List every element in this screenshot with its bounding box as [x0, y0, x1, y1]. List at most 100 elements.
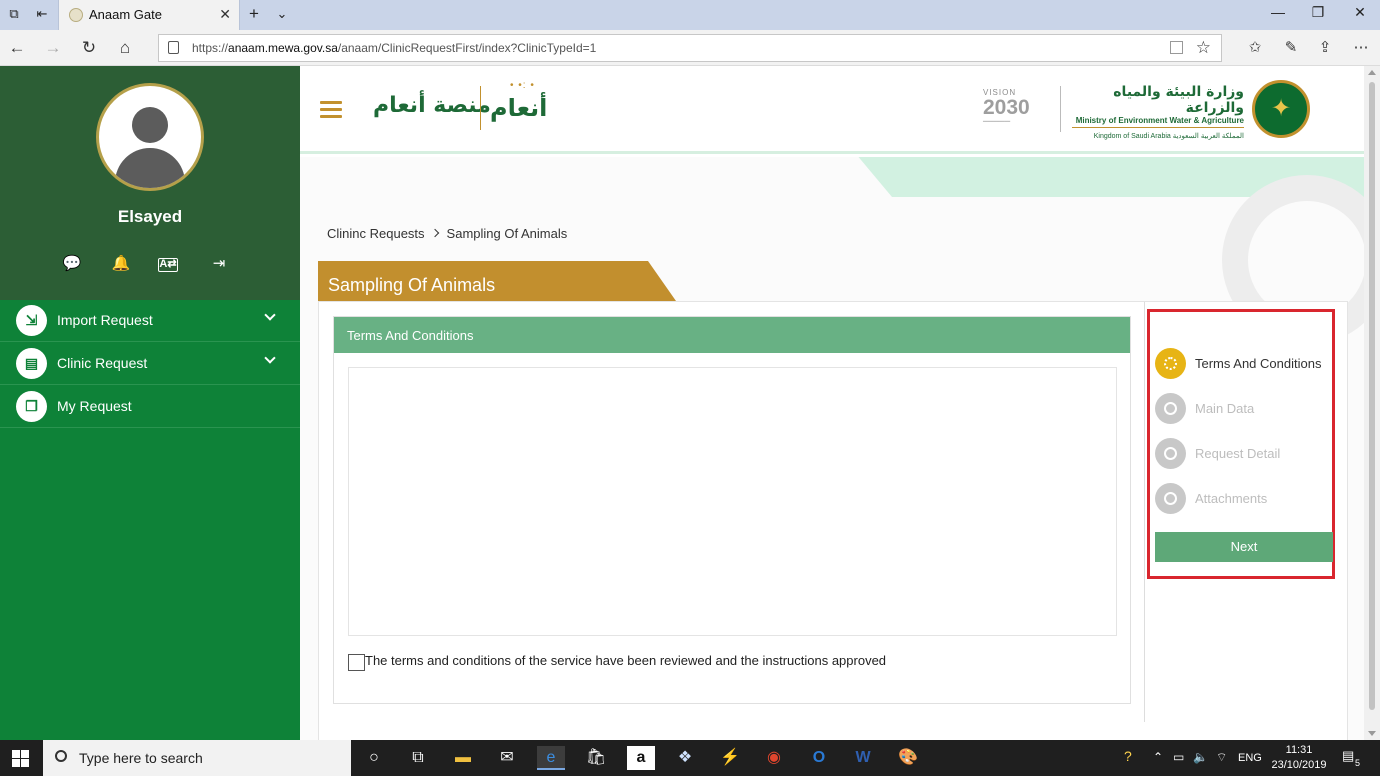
bell-icon[interactable]: 🔔 [109, 254, 133, 272]
chevron-right-icon [430, 228, 439, 238]
share-icon[interactable]: ⇪ [1314, 38, 1336, 56]
word-icon[interactable]: W [849, 746, 877, 770]
taskbar-clock[interactable]: 11:31 23/10/2019 [1266, 743, 1332, 773]
new-tab-icon[interactable]: + [246, 5, 262, 22]
terms-agree-label[interactable]: The terms and conditions of the service … [365, 653, 886, 668]
favorites-icon[interactable]: ✩ [1244, 38, 1266, 56]
scroll-down-icon[interactable] [1368, 731, 1376, 736]
battery-icon[interactable]: ▭ [1173, 750, 1184, 764]
chat-icon[interactable]: 💬 [60, 254, 84, 272]
clinic-doc-icon: ▤ [16, 348, 47, 379]
notification-count: 5 [1355, 758, 1361, 768]
refresh-icon[interactable]: ↻ [78, 38, 100, 58]
logout-icon[interactable]: ⇥ [207, 254, 231, 272]
outlook-icon[interactable]: O [805, 746, 833, 770]
tab-actions-icon[interactable]: ⧉ [6, 6, 22, 22]
minimize-icon[interactable]: — [1268, 4, 1288, 20]
restore-icon[interactable]: ❐ [1308, 4, 1328, 21]
step-label: Request Detail [1195, 446, 1281, 461]
paint-icon[interactable]: 🎨 [894, 746, 922, 770]
cortana-icon[interactable]: ○ [360, 746, 388, 770]
chevron-down-icon [264, 352, 276, 364]
panel-divider [1144, 302, 1145, 722]
scroll-thumb[interactable] [1369, 82, 1375, 710]
chevron-down-icon [264, 309, 276, 321]
more-icon[interactable]: ⋯ [1350, 38, 1372, 56]
tray-chevron-icon[interactable]: ⌃ [1153, 750, 1163, 764]
edge-browser-icon[interactable]: e [537, 746, 565, 770]
url-text: https://anaam.mewa.gov.sa/anaam/ClinicRe… [192, 41, 597, 55]
close-tab-icon[interactable]: ✕ [219, 6, 231, 23]
windows-taskbar: Type here to search ○ ⧉ ▬ ✉ e 🛍 a ❖ ⚡ ◉ … [0, 740, 1380, 776]
ministry-logo-text: وزارة البيئة والمياه والزراعة Ministry o… [1072, 84, 1244, 140]
wizard-steps: Terms And Conditions Main Data Request D… [1147, 309, 1335, 579]
step-request-detail[interactable]: Request Detail [1155, 438, 1333, 472]
page-scrollbar[interactable] [1364, 66, 1380, 740]
sidebar-item-my-request[interactable]: ❐ My Request [0, 386, 300, 428]
forward-icon[interactable]: → [42, 38, 64, 58]
next-button[interactable]: Next [1155, 532, 1333, 562]
amazon-icon[interactable]: a [627, 746, 655, 770]
platform-name: منصة أنعام [373, 93, 491, 118]
header-divider [1060, 86, 1061, 132]
vision-2030-logo: VISION 2030 ━━━━━━━━━ [983, 88, 1030, 125]
taskbar-search-input[interactable]: Type here to search [43, 740, 351, 776]
step-label: Attachments [1195, 491, 1268, 506]
step-terms-and-conditions[interactable]: Terms And Conditions [1155, 348, 1333, 382]
language-icon[interactable]: A⇄ [158, 258, 178, 272]
terms-header-label: Terms And Conditions [347, 328, 474, 343]
help-icon[interactable]: ? [1124, 748, 1132, 764]
sidebar-item-clinic-request[interactable]: ▤ Clinic Request [0, 343, 300, 385]
terms-agree-checkbox[interactable] [348, 654, 365, 671]
hamburger-menu-icon[interactable] [320, 101, 342, 119]
scroll-up-icon[interactable] [1368, 70, 1376, 75]
app-icon[interactable]: ⚡ [716, 746, 744, 770]
username: Elsayed [117, 207, 183, 226]
wifi-icon[interactable]: ⌔ [1216, 750, 1227, 765]
windows-start-icon[interactable] [12, 750, 29, 767]
chrome-icon[interactable]: ◉ [760, 746, 788, 770]
url-field[interactable]: https://anaam.mewa.gov.sa/anaam/ClinicRe… [158, 34, 1222, 62]
sidebar: Elsayed 💬 🔔 A⇄ ⇥ ⇲ Import Request ▤ Clin… [0, 66, 300, 740]
step-active-icon [1155, 348, 1186, 379]
sidebar-item-label: Import Request [57, 312, 153, 328]
breadcrumb-parent-link[interactable]: Clininc Requests [327, 226, 425, 241]
profile-panel: Elsayed 💬 🔔 A⇄ ⇥ [0, 66, 300, 300]
notifications-icon[interactable]: ▤ [1342, 748, 1354, 764]
breadcrumb: Clininc Requests Sampling Of Animals [327, 226, 567, 241]
step-main-data[interactable]: Main Data [1155, 393, 1333, 427]
terms-section: Terms And Conditions The terms and condi… [333, 316, 1131, 704]
task-view-icon[interactable]: ⧉ [404, 746, 432, 770]
breadcrumb-current: Sampling Of Animals [446, 226, 568, 241]
back-icon[interactable]: ← [6, 38, 28, 58]
file-explorer-icon[interactable]: ▬ [449, 746, 477, 770]
terms-header: Terms And Conditions [334, 317, 1130, 353]
reading-view-icon[interactable] [1170, 41, 1183, 54]
mail-icon[interactable]: ✉ [493, 746, 521, 770]
lock-icon [168, 41, 179, 54]
set-aside-tabs-icon[interactable]: ⇤ [34, 6, 50, 22]
step-pending-icon [1155, 393, 1186, 424]
import-doc-icon: ⇲ [16, 305, 47, 336]
home-icon[interactable]: ⌂ [114, 38, 136, 58]
step-label: Terms And Conditions [1195, 356, 1322, 371]
favorite-star-icon[interactable]: ☆ [1196, 38, 1211, 58]
taskbar-search-placeholder: Type here to search [79, 750, 203, 766]
search-icon [55, 750, 67, 762]
language-indicator[interactable]: ENG [1238, 752, 1262, 764]
page-title: Sampling Of Animals [328, 275, 496, 295]
dropbox-icon[interactable]: ❖ [671, 746, 699, 770]
store-icon[interactable]: 🛍 [582, 746, 610, 770]
close-window-icon[interactable]: ✕ [1350, 4, 1370, 21]
notes-pen-icon[interactable]: ✎ [1280, 38, 1302, 56]
volume-icon[interactable]: 🔈 [1193, 750, 1208, 764]
terms-text-box[interactable] [348, 367, 1117, 636]
sidebar-item-import-request[interactable]: ⇲ Import Request [0, 300, 300, 342]
step-label: Main Data [1195, 401, 1255, 416]
browser-tab[interactable]: Anaam Gate ✕ [58, 0, 240, 30]
sidebar-item-label: My Request [57, 398, 132, 414]
avatar [96, 83, 204, 191]
step-attachments[interactable]: Attachments [1155, 483, 1333, 517]
tab-list-chevron-icon[interactable]: ⌄ [274, 6, 290, 22]
tab-title: Anaam Gate [89, 7, 162, 22]
